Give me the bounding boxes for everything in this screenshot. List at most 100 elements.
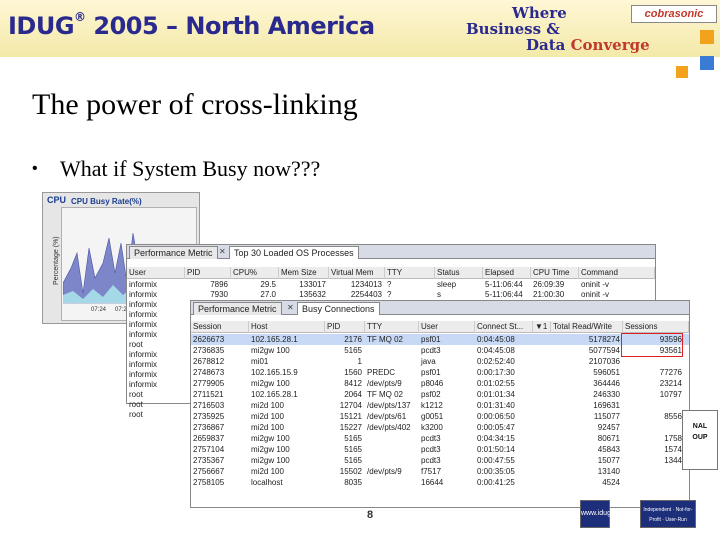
table-cell: k1212 xyxy=(421,401,443,410)
cpu-chart-y-label: Percentage (%) xyxy=(53,236,60,285)
table-cell: 2779905 xyxy=(193,379,225,388)
table-cell xyxy=(623,400,685,411)
table-row[interactable]: 2735925 mi2d 100 15121/dev/pts/61 g0051 0:00… xyxy=(191,411,689,422)
table-row[interactable]: 2716503 mi2d 100 12704/dev/pts/137 k1212 0:0… xyxy=(191,400,689,411)
col-status[interactable]: Status xyxy=(435,267,483,279)
table-row[interactable]: 2678812 mi01 1 java 0:02:52:40 2107036 xyxy=(191,356,689,367)
col-pid[interactable]: PID xyxy=(185,267,231,279)
table-cell xyxy=(365,356,419,367)
col-connect-start[interactable]: Connect St... xyxy=(475,321,533,333)
table-cell: /dev/pts/61 xyxy=(367,412,407,421)
conn-tab-bar: Performance Metric ✕ Busy Connections xyxy=(191,301,689,315)
table-cell: oninit -v xyxy=(581,290,610,299)
table-cell: mi2d 100 xyxy=(251,467,284,476)
table-cell: 596051 xyxy=(593,368,620,377)
table-cell: k3200 xyxy=(421,423,443,432)
table-cell xyxy=(623,356,685,367)
table-cell: 135632 xyxy=(299,290,326,299)
tab-busy-connections[interactable]: Busy Connections xyxy=(297,302,380,315)
table-cell: java xyxy=(421,357,436,366)
col-virtual-mem[interactable]: Virtual Mem xyxy=(329,267,385,279)
table-row[interactable]: 2779905 mi2gw 100 8412/dev/pts/9 p8046 0:01:… xyxy=(191,378,689,389)
table-row[interactable]: 2735367 mi2gw 100 5165 pcdt3 0:00:47:55 15077… xyxy=(191,455,689,466)
table-cell: 80671 xyxy=(597,434,620,443)
table-cell xyxy=(623,466,685,477)
col-session[interactable]: Session xyxy=(191,321,249,333)
col-user[interactable]: User xyxy=(419,321,475,333)
table-cell: 2176 xyxy=(344,335,362,344)
table-row[interactable]: 2756667 mi2d 100 15502/dev/pts/9 f7517 0:00:… xyxy=(191,466,689,477)
col-command[interactable]: Command xyxy=(579,267,655,279)
table-cell: root xyxy=(129,340,143,349)
col-total-read-write[interactable]: Total Read/Write xyxy=(551,321,623,333)
col-sessions[interactable]: Sessions xyxy=(623,321,689,333)
col-mem-size[interactable]: Mem Size xyxy=(279,267,329,279)
table-row[interactable]: 2736835 mi2gw 100 5165 pcdt3 0:04:45:08 50775… xyxy=(191,345,689,356)
sponsor-logo: cobrasonic xyxy=(631,5,717,23)
table-cell: 26:09:39 xyxy=(533,280,565,289)
table-row[interactable]: 2736867 mi2d 100 15227/dev/pts/402 k3200 0:0… xyxy=(191,422,689,433)
close-icon[interactable]: ✕ xyxy=(287,303,294,312)
col-pid[interactable]: PID xyxy=(325,321,365,333)
table-cell: 45843 xyxy=(597,445,620,454)
tab-performance-metric[interactable]: Performance Metric xyxy=(129,246,218,259)
conference-registered-mark: ® xyxy=(74,10,86,24)
table-cell: informix xyxy=(129,280,158,289)
tagline-converge: Converge xyxy=(570,36,650,54)
col-user[interactable]: User xyxy=(127,267,185,279)
table-cell: 364446 xyxy=(593,379,620,388)
col-tty[interactable]: TTY xyxy=(365,321,419,333)
table-cell: informix xyxy=(129,380,158,389)
table-row[interactable]: 2757104 mi2gw 100 5165 pcdt3 0:01:50:14 45843… xyxy=(191,444,689,455)
table-cell: informix xyxy=(129,290,158,299)
col-host[interactable]: Host xyxy=(249,321,325,333)
table-row[interactable]: 2711521 102.165.28.1 2064 TF MQ 02 psf02 0:01… xyxy=(191,389,689,400)
table-cell: 2716503 xyxy=(193,401,225,410)
table-cell: 15077 xyxy=(597,456,620,465)
table-cell: 5178274 xyxy=(588,335,620,344)
table-cell: ? xyxy=(387,290,392,299)
table-cell: 0:00:05:47 xyxy=(477,423,515,432)
table-cell: 2254403 xyxy=(350,290,382,299)
table-row[interactable]: 2748673 102.165.15.9 1560 PREDC psf01 0:00:17… xyxy=(191,367,689,378)
tagline-data: Data xyxy=(526,36,571,54)
table-cell: PREDC xyxy=(367,368,396,377)
table-row[interactable]: informix 7896 29.5 133017 1234013? sleep 5-11:… xyxy=(127,280,655,290)
table-cell: f7517 xyxy=(421,467,442,476)
deco-square-blue xyxy=(700,56,714,70)
table-cell: 169631 xyxy=(593,401,620,410)
table-cell: 8556 xyxy=(664,412,682,421)
table-cell: 246330 xyxy=(593,390,620,399)
tab-top-30-processes[interactable]: Top 30 Loaded OS Processes xyxy=(229,246,359,259)
table-cell: p8046 xyxy=(421,379,444,388)
table-row[interactable]: informix 7930 27.0 135632 2254403? s 5-11:06:4… xyxy=(127,290,655,300)
col-tty[interactable]: TTY xyxy=(385,267,435,279)
table-cell: 77276 xyxy=(659,368,682,377)
table-row[interactable]: 2659837 mi2gw 100 5165 pcdt3 0:04:34:15 80671… xyxy=(191,433,689,444)
table-row[interactable]: 2758105 localhost 8035 16644 0:00:41:25 4524 xyxy=(191,477,689,488)
table-cell: 133017 xyxy=(299,280,326,289)
conference-main: IDUG xyxy=(8,12,75,40)
col-cpu-time[interactable]: CPU Time xyxy=(531,267,579,279)
busy-connections-window: Performance Metric ✕ Busy Connections Se… xyxy=(190,300,690,521)
table-cell: 8412 xyxy=(344,379,362,388)
tab-performance-metric[interactable]: Performance Metric xyxy=(193,302,282,315)
table-cell: 29.5 xyxy=(260,280,276,289)
table-cell: mi2d 100 xyxy=(251,412,284,421)
col-sort-indicator[interactable]: ▼1 xyxy=(533,321,551,333)
table-cell: 0:00:17:30 xyxy=(477,368,515,377)
close-icon[interactable]: ✕ xyxy=(219,247,226,256)
table-cell: 8035 xyxy=(344,478,362,487)
table-cell: 5-11:06:44 xyxy=(485,290,523,299)
idug-logo-bottom: www.idug.org xyxy=(580,500,623,528)
table-cell: 102.165.28.1 xyxy=(251,335,298,344)
table-cell: 0:01:31:40 xyxy=(477,401,515,410)
col-cpu[interactable]: CPU% xyxy=(231,267,279,279)
table-cell: 0:00:47:55 xyxy=(477,456,515,465)
table-cell: mi2d 100 xyxy=(251,401,284,410)
table-cell: /dev/pts/137 xyxy=(367,401,411,410)
col-elapsed[interactable]: Elapsed xyxy=(483,267,531,279)
table-cell: psf01 xyxy=(421,368,441,377)
table-cell: informix xyxy=(129,310,158,319)
table-row[interactable]: 2626673 102.165.28.1 2176 TF MQ 02 psf01 0:04… xyxy=(191,334,689,345)
